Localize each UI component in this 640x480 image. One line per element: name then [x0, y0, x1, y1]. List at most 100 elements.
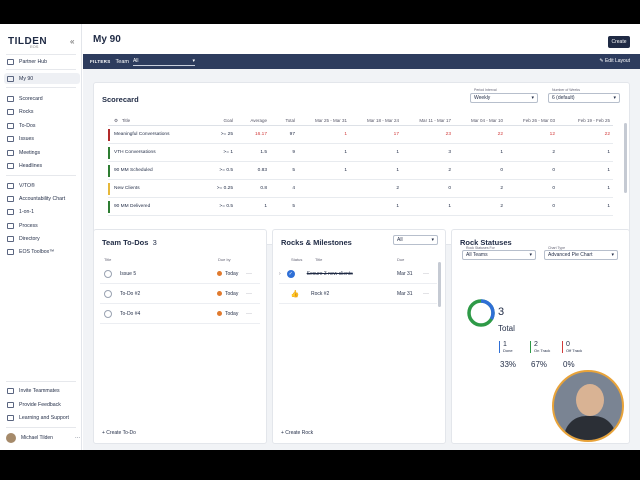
row-title[interactable]: Meaningful Conversations: [108, 125, 208, 144]
list-item[interactable]: › ✓ Secure 3 new clients Mar 31 ···: [279, 264, 437, 284]
sidebar-item-directory[interactable]: Directory: [4, 233, 80, 244]
weeks-select[interactable]: 6 (default) ▾: [548, 93, 620, 103]
complete-checkbox[interactable]: [104, 289, 112, 298]
table-row[interactable]: New Clients >= 0.25 0.8 4 2 0 2 0 1: [108, 179, 613, 198]
week-cell[interactable]: 1: [298, 161, 350, 180]
week-cell[interactable]: 22: [558, 125, 613, 144]
sidebar-item-process[interactable]: Process: [4, 220, 80, 231]
row-title[interactable]: 90 MM Scheduled: [108, 161, 208, 180]
chevron-right-icon[interactable]: ›: [279, 271, 281, 277]
table-row[interactable]: Meaningful Conversations >= 25 16.17 97 1 17 2…: [108, 125, 613, 144]
total-label: Total: [498, 324, 515, 333]
week-cell[interactable]: 1: [454, 143, 506, 162]
statuses-for-select[interactable]: All Teams ▾: [462, 250, 536, 260]
sidebar-item-rocks[interactable]: Rocks: [4, 106, 80, 117]
week-cell[interactable]: [298, 197, 350, 216]
column-header: Title: [104, 257, 112, 262]
week-cell[interactable]: 12: [506, 125, 558, 144]
team-select[interactable]: All ▾: [132, 58, 195, 66]
week-cell[interactable]: 1: [558, 179, 613, 198]
week-cell[interactable]: 0: [402, 179, 454, 198]
user-menu[interactable]: Michael Tilden ···: [6, 433, 80, 443]
row-title[interactable]: 90 MM Delivered: [108, 197, 208, 216]
more-icon[interactable]: ···: [246, 291, 252, 297]
row-title[interactable]: New Clients: [108, 179, 208, 198]
table-row[interactable]: 90 MM Scheduled >= 0.5 0.83 5 1 1 2 0 0 1: [108, 161, 613, 180]
table-row[interactable]: 90 MM Delivered >= 0.5 1 5 1 1 2 0 1: [108, 197, 613, 216]
list-item[interactable]: To-Do #4 Today ···: [100, 304, 260, 324]
week-cell[interactable]: 2: [402, 161, 454, 180]
sidebar-item-meetings[interactable]: Meetings: [4, 147, 80, 158]
sidebar-item-invite-teammates[interactable]: Invite Teammates: [4, 385, 80, 396]
column-header: Mar 18 - Mar 24: [350, 117, 402, 126]
week-cell[interactable]: 1: [402, 197, 454, 216]
more-icon[interactable]: ···: [246, 311, 252, 317]
sidebar-item-headlines[interactable]: Headlines: [4, 160, 80, 171]
week-cell[interactable]: 1: [298, 143, 350, 162]
week-cell[interactable]: 1: [558, 143, 613, 162]
row-title[interactable]: VTH Conversations: [108, 143, 208, 162]
scrollbar[interactable]: [624, 123, 627, 193]
create-rock-button[interactable]: + Create Rock: [281, 430, 313, 436]
sidebar-item-one-on-one[interactable]: 1-on-1: [4, 206, 80, 217]
sidebar-item-provide-feedback[interactable]: Provide Feedback: [4, 399, 80, 410]
week-cell[interactable]: 2: [350, 179, 402, 198]
week-cell[interactable]: 2: [454, 197, 506, 216]
chevron-down-icon: ▾: [431, 237, 434, 243]
week-cell[interactable]: 1: [350, 161, 402, 180]
chart-type-select[interactable]: Advanced Pie Chart ▾: [544, 250, 618, 260]
toolbox-icon: [7, 248, 14, 255]
week-cell[interactable]: 0: [454, 161, 506, 180]
thumbs-up-icon[interactable]: 👍: [291, 290, 300, 298]
create-todo-button[interactable]: + Create To-Do: [102, 430, 136, 436]
week-cell[interactable]: 0: [506, 197, 558, 216]
week-cell[interactable]: 1: [350, 197, 402, 216]
more-icon[interactable]: ···: [423, 271, 429, 277]
filters-label: FILTERS: [90, 59, 111, 64]
create-button[interactable]: Create: [608, 36, 630, 48]
sidebar-item-eos-toolbox[interactable]: EOS Toolbox™: [4, 246, 80, 257]
todo-due: Today: [217, 311, 238, 317]
goal-cell: >= 1: [208, 143, 236, 162]
sidebar-item-todos[interactable]: To-Dos: [4, 120, 80, 131]
list-item[interactable]: Issue 5 Today ···: [100, 264, 260, 284]
list-item[interactable]: To-Do #2 Today ···: [100, 284, 260, 304]
more-icon[interactable]: ···: [75, 435, 80, 441]
week-cell[interactable]: 2: [454, 179, 506, 198]
week-cell[interactable]: 2: [506, 143, 558, 162]
done-check-icon[interactable]: ✓: [286, 269, 295, 278]
rocks-filter-select[interactable]: All ▾: [393, 235, 438, 245]
sidebar-item-vto[interactable]: V/TO®: [4, 180, 80, 191]
more-icon[interactable]: ···: [423, 291, 429, 297]
week-cell[interactable]: 1: [298, 125, 350, 144]
more-icon[interactable]: ···: [246, 271, 252, 277]
sidebar-item-my-90[interactable]: My 90: [4, 73, 80, 84]
week-cell[interactable]: 1: [558, 161, 613, 180]
column-header[interactable]: ⚙ Title: [108, 117, 208, 126]
vto-icon: [7, 182, 14, 189]
week-cell[interactable]: 22: [454, 125, 506, 144]
sidebar-item-learning-support[interactable]: Learning and Support: [4, 412, 80, 423]
scrollbar[interactable]: [438, 262, 441, 307]
edit-layout-button[interactable]: ✎ Edit Layout: [599, 58, 630, 64]
week-cell[interactable]: 0: [506, 161, 558, 180]
period-interval-select[interactable]: Weekly ▾: [470, 93, 538, 103]
settings-icon: ⚙: [114, 117, 119, 123]
sidebar-item-scorecard[interactable]: Scorecard: [4, 93, 80, 104]
week-cell[interactable]: 0: [506, 179, 558, 198]
list-item[interactable]: 👍 Rock #2 Mar 31 ···: [279, 284, 437, 304]
complete-checkbox[interactable]: [104, 309, 112, 318]
table-row[interactable]: VTH Conversations >= 1 1.5 9 1 1 3 1 2 1: [108, 143, 613, 162]
week-cell[interactable]: [298, 179, 350, 198]
week-cell[interactable]: 17: [350, 125, 402, 144]
week-cell[interactable]: 23: [402, 125, 454, 144]
brand-logo[interactable]: TILDEN: [8, 36, 47, 47]
week-cell[interactable]: 1: [558, 197, 613, 216]
sidebar-item-issues[interactable]: Issues: [4, 133, 80, 144]
sidebar-item-partner-hub[interactable]: Partner Hub: [4, 56, 80, 67]
week-cell[interactable]: 3: [402, 143, 454, 162]
collapse-sidebar-icon[interactable]: «: [70, 37, 74, 46]
week-cell[interactable]: 1: [350, 143, 402, 162]
sidebar-item-accountability-chart[interactable]: Accountability Chart: [4, 193, 80, 204]
complete-checkbox[interactable]: [104, 269, 112, 278]
